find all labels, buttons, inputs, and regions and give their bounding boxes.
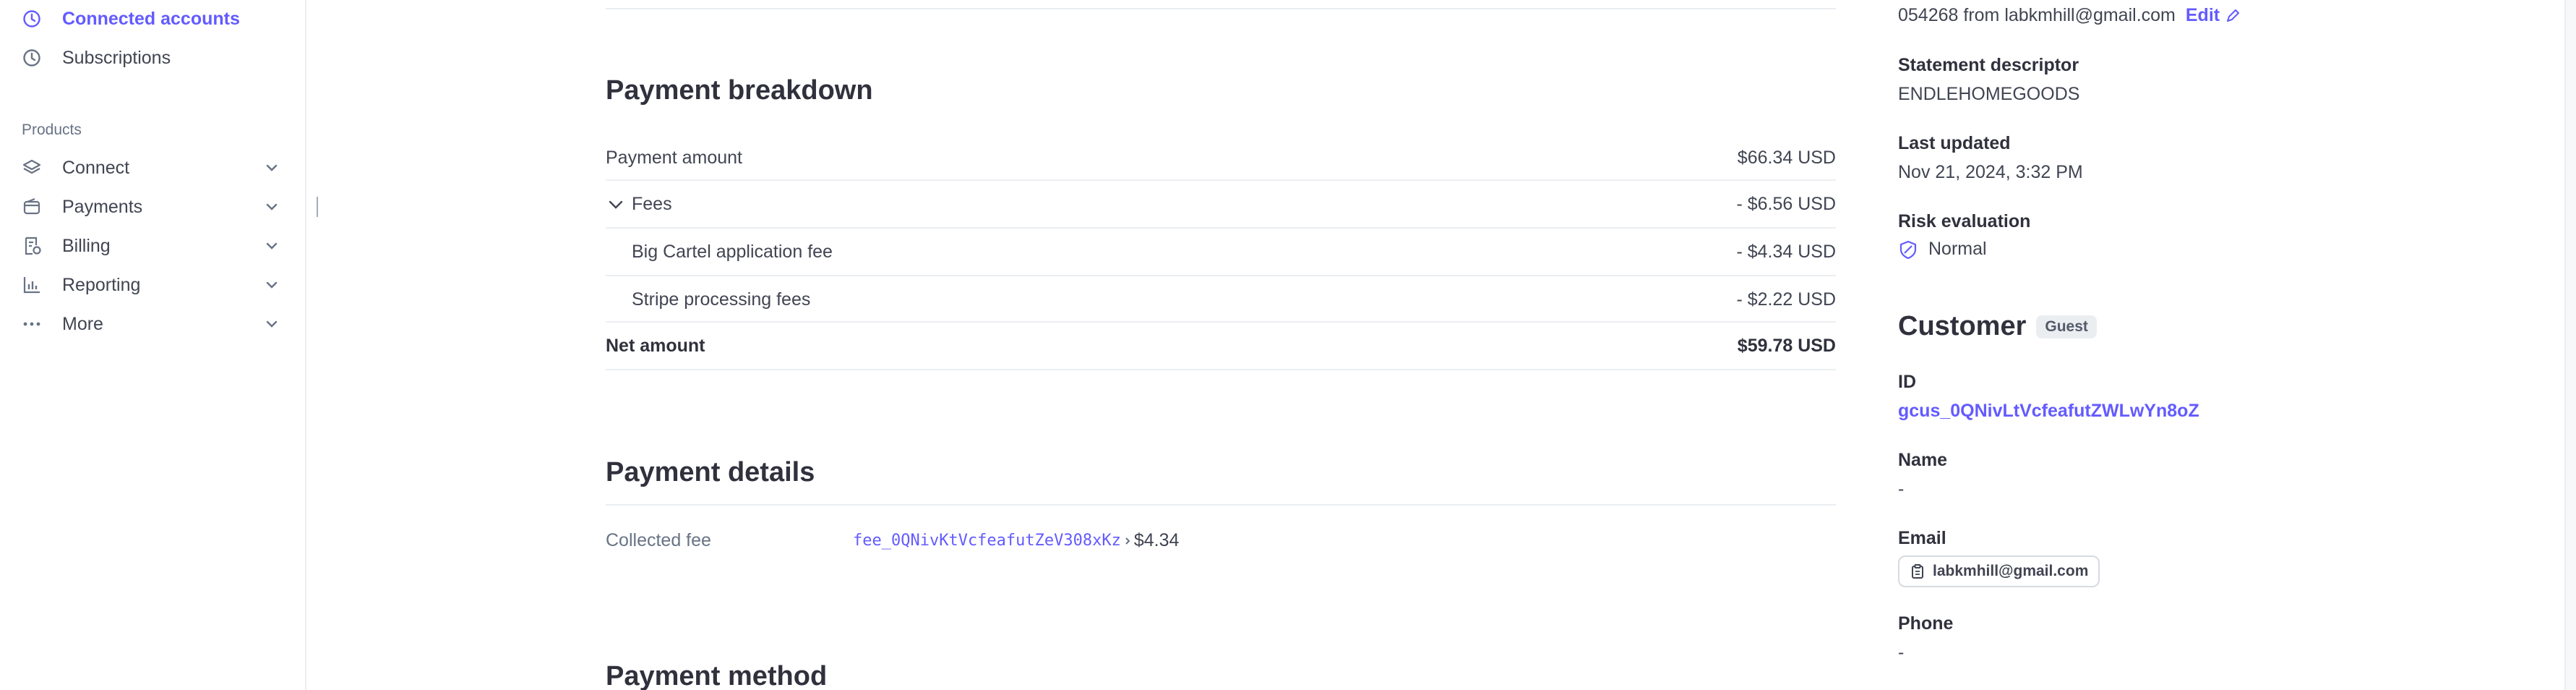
chevron-down-icon xyxy=(609,200,623,209)
customer-email-value: labkmhill@gmail.com xyxy=(1933,563,2089,579)
sidebar-item-label: Subscriptions xyxy=(62,47,171,68)
sidebar-item-connected-accounts[interactable]: Connected accounts xyxy=(22,4,282,33)
clock-icon xyxy=(22,48,42,68)
divider xyxy=(606,275,1836,276)
receipt-row: 054268 from labkmhill@gmail.com Edit xyxy=(1898,5,2241,26)
customer-phone-value: - xyxy=(1898,642,1905,663)
payment-amount-label: Payment amount xyxy=(606,148,742,168)
scrollbar[interactable] xyxy=(2564,0,2576,690)
email-copy-chip[interactable]: labkmhill@gmail.com xyxy=(1898,555,2100,587)
chevron-down-icon[interactable] xyxy=(262,158,282,178)
customer-name-label: Name xyxy=(1898,450,1948,470)
more-dots-icon xyxy=(22,314,42,334)
connect-layers-icon xyxy=(22,158,42,178)
wallet-icon xyxy=(22,197,42,217)
last-updated-value: Nov 21, 2024, 3:32 PM xyxy=(1898,162,2083,182)
risk-evaluation-row: Normal xyxy=(1898,239,1987,260)
chevron-right-icon xyxy=(1125,537,1130,545)
clipboard-icon xyxy=(1912,564,1923,579)
risk-evaluation-value: Normal xyxy=(1928,239,1987,259)
divider xyxy=(606,227,1836,229)
sidebar-item-payments[interactable]: Payments xyxy=(22,192,282,221)
sidebar: Connected accounts Subscriptions Product… xyxy=(0,0,306,690)
receipt-text: 054268 from labkmhill@gmail.com xyxy=(1898,5,2176,25)
customer-phone-label: Phone xyxy=(1898,613,1954,634)
sidebar-item-label: Payments xyxy=(62,196,143,217)
app-fee-label: Big Cartel application fee xyxy=(632,242,833,262)
sidebar-item-connect[interactable]: Connect xyxy=(22,153,282,182)
last-updated-label: Last updated xyxy=(1898,133,2011,153)
chevron-down-icon[interactable] xyxy=(262,275,282,295)
pencil-icon[interactable] xyxy=(2224,7,2241,25)
statement-descriptor-label: Statement descriptor xyxy=(1898,55,2079,75)
divider xyxy=(606,321,1836,323)
net-amount-value: $59.78 USD xyxy=(1737,336,1836,356)
processing-fee-value: - $2.22 USD xyxy=(1736,289,1836,310)
divider xyxy=(606,504,1836,506)
sidebar-item-label: More xyxy=(62,313,103,334)
processing-fee-label: Stripe processing fees xyxy=(632,289,811,310)
divider xyxy=(606,179,1836,181)
statement-descriptor-value: ENDLEHOMEGOODS xyxy=(1898,84,2080,104)
collected-fee-amount: $4.34 xyxy=(1133,530,1180,550)
sidebar-item-label: Connect xyxy=(62,157,130,178)
sidebar-item-reporting[interactable]: Reporting xyxy=(22,271,282,299)
customer-email-label: Email xyxy=(1898,528,1946,548)
sidebar-item-label: Reporting xyxy=(62,274,141,295)
collected-fee-row: fee_0QNivKtVcfeafutZeV308xKz $4.34 xyxy=(853,530,1179,551)
fees-value: - $6.56 USD xyxy=(1736,194,1836,214)
invoice-icon xyxy=(22,236,42,256)
payment-amount-value: $66.34 USD xyxy=(1737,148,1836,168)
divider xyxy=(606,8,1836,9)
app-fee-value: - $4.34 USD xyxy=(1736,242,1836,262)
sidebar-item-billing[interactable]: Billing xyxy=(22,231,282,260)
collected-fee-label: Collected fee xyxy=(606,530,711,550)
payment-method-title: Payment method xyxy=(606,661,828,690)
payment-details-title: Payment details xyxy=(606,457,815,487)
clock-icon xyxy=(22,9,42,29)
customer-id-link[interactable]: gcus_0QNivLtVcfeafutZWLwYn8oZ xyxy=(1898,401,2199,422)
payment-breakdown-title: Payment breakdown xyxy=(606,75,873,106)
guest-badge: Guest xyxy=(2036,315,2097,338)
risk-evaluation-label: Risk evaluation xyxy=(1898,211,2031,231)
chevron-down-icon[interactable] xyxy=(262,197,282,217)
net-amount-label: Net amount xyxy=(606,336,705,356)
sidebar-item-label: Billing xyxy=(62,235,111,256)
shield-icon xyxy=(1899,240,1917,259)
customer-id-label: ID xyxy=(1898,372,1916,392)
sidebar-item-label: Connected accounts xyxy=(62,8,240,29)
divider xyxy=(606,369,1836,370)
customer-name-value: - xyxy=(1898,479,1905,499)
bar-chart-icon xyxy=(22,275,42,295)
chevron-down-icon[interactable] xyxy=(262,314,282,334)
products-section-label: Products xyxy=(22,122,82,138)
customer-title: Customer xyxy=(1898,311,2027,341)
chevron-down-icon[interactable] xyxy=(262,236,282,256)
collected-fee-link[interactable]: fee_0QNivKtVcfeafutZeV308xKz xyxy=(853,532,1121,550)
sidebar-item-more[interactable]: More xyxy=(22,310,282,338)
edit-link[interactable]: Edit xyxy=(2186,5,2220,26)
fees-toggle[interactable]: Fees xyxy=(606,194,672,215)
sidebar-resize-handle[interactable] xyxy=(317,197,318,217)
fees-label: Fees xyxy=(632,194,672,214)
customer-header: Customer Guest xyxy=(1898,311,2097,342)
sidebar-item-subscriptions[interactable]: Subscriptions xyxy=(22,43,282,72)
